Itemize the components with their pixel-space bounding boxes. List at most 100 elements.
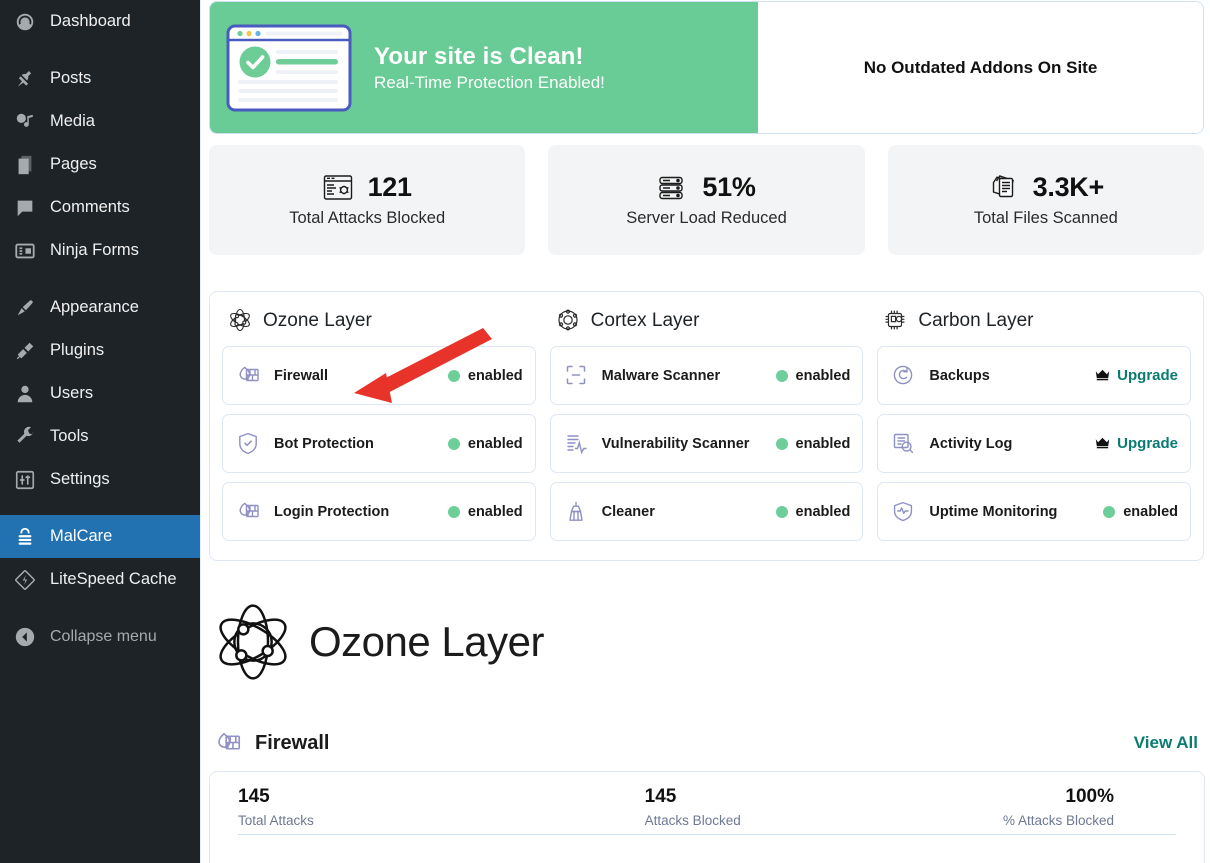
feature-row-vulnerability-scanner[interactable]: Vulnerability Scanner enabled: [550, 414, 864, 473]
feature-name: Firewall: [274, 368, 448, 384]
firewall-stats-row: 145 Total Attacks 145 Attacks Blocked 10…: [238, 786, 1176, 828]
status-label: enabled: [796, 504, 851, 520]
atom-icon: [213, 602, 293, 682]
lock-icon: [12, 524, 38, 550]
sliders-icon: [12, 467, 38, 493]
feature-name: Malware Scanner: [602, 368, 776, 384]
sidebar-item-label: Ninja Forms: [50, 241, 139, 260]
feature-row-bot-protection[interactable]: Bot Protection enabled: [222, 414, 536, 473]
pulse-list-icon: [565, 432, 591, 456]
upgrade-label: Upgrade: [1117, 435, 1178, 452]
status-dot: [1103, 506, 1115, 518]
upgrade-link[interactable]: Upgrade: [1095, 435, 1178, 452]
sidebar-item-label: MalCare: [50, 527, 112, 546]
upgrade-link[interactable]: Upgrade: [1095, 367, 1178, 384]
crown-icon: [1095, 369, 1110, 382]
firewall-section-header: Firewall View All: [209, 726, 1204, 760]
sidebar-item-litespeed-cache[interactable]: LiteSpeed Cache: [0, 558, 200, 601]
bug-window-icon: [323, 173, 357, 203]
comments-icon: [12, 195, 38, 221]
plug-icon: [12, 338, 38, 364]
sidebar-divider: [0, 272, 200, 286]
sidebar-item-users[interactable]: Users: [0, 372, 200, 415]
sidebar-divider: [0, 43, 200, 57]
firewall-stats-card: 145 Total Attacks 145 Attacks Blocked 10…: [209, 771, 1205, 863]
feature-row-cleaner[interactable]: Cleaner enabled: [550, 482, 864, 541]
sidebar-divider: [0, 601, 200, 615]
forms-icon: [12, 238, 38, 264]
files-icon: [988, 173, 1022, 203]
firewall-icon: [215, 730, 244, 756]
firewall-icon: [237, 364, 263, 388]
page-title: Ozone Layer: [309, 618, 544, 666]
backup-icon: [892, 364, 918, 388]
sidebar-item-label: Users: [50, 384, 93, 403]
upgrade-label: Upgrade: [1117, 367, 1178, 384]
feature-row-malware-scanner[interactable]: Malware Scanner enabled: [550, 346, 864, 405]
feature-name: Cleaner: [602, 504, 776, 520]
status-dot: [448, 370, 460, 382]
stat-label: Server Load Reduced: [626, 209, 787, 228]
stat-label: % Attacks Blocked: [879, 813, 1114, 828]
media-icon: [12, 109, 38, 135]
view-all-link[interactable]: View All: [1134, 733, 1198, 753]
status-dot: [776, 506, 788, 518]
atom-icon: [228, 308, 254, 334]
feature-name: Login Protection: [274, 504, 448, 520]
sidebar-item-comments[interactable]: Comments: [0, 186, 200, 229]
firewall-title: Firewall: [255, 732, 1134, 755]
brush-icon: [12, 295, 38, 321]
feature-name: Vulnerability Scanner: [602, 436, 776, 452]
stat-label: Total Files Scanned: [974, 209, 1118, 228]
main-content: Your site is Clean! Real-Time Protection…: [200, 0, 1210, 863]
feature-row-uptime-monitoring[interactable]: Uptime Monitoring enabled: [877, 482, 1191, 541]
stat-label: Total Attacks Blocked: [289, 209, 445, 228]
sidebar-item-tools[interactable]: Tools: [0, 415, 200, 458]
chip-icon: [883, 308, 909, 334]
status-label: enabled: [468, 504, 523, 520]
litespeed-icon: [12, 567, 38, 593]
sidebar-item-label: Plugins: [50, 341, 104, 360]
banner-subtitle: Real-Time Protection Enabled!: [374, 73, 605, 93]
sidebar-item-media[interactable]: Media: [0, 100, 200, 143]
layer-column-carbon: Carbon Layer Backups Upgrade: [877, 308, 1191, 560]
feature-row-activity-log[interactable]: Activity Log Upgrade: [877, 414, 1191, 473]
status-dot: [776, 370, 788, 382]
sidebar-item-settings[interactable]: Settings: [0, 458, 200, 501]
firewall-stat-attacks-blocked: 145 Attacks Blocked: [473, 786, 880, 828]
sidebar-item-appearance[interactable]: Appearance: [0, 286, 200, 329]
feature-status: enabled: [448, 436, 523, 452]
clean-site-illustration: [226, 24, 352, 112]
sidebar-item-ninja-forms[interactable]: Ninja Forms: [0, 229, 200, 272]
layer-header: Ozone Layer: [228, 308, 536, 334]
feature-row-firewall[interactable]: Firewall enabled: [222, 346, 536, 405]
collapse-left-icon: [12, 624, 38, 650]
status-label: enabled: [796, 436, 851, 452]
layer-title: Ozone Layer: [263, 310, 372, 332]
feature-status: enabled: [1103, 504, 1178, 520]
status-dot: [448, 438, 460, 450]
feature-row-backups[interactable]: Backups Upgrade: [877, 346, 1191, 405]
sidebar-item-dashboard[interactable]: Dashboard: [0, 0, 200, 43]
sidebar-item-pages[interactable]: Pages: [0, 143, 200, 186]
feature-status: enabled: [776, 368, 851, 384]
sidebar-item-label: Posts: [50, 69, 91, 88]
status-label: enabled: [468, 368, 523, 384]
feature-status: enabled: [776, 436, 851, 452]
sidebar-item-collapse-menu[interactable]: Collapse menu: [0, 615, 200, 658]
sidebar-item-malcare[interactable]: MalCare: [0, 515, 200, 558]
stat-card-total-files-scanned: 3.3K+ Total Files Scanned: [888, 145, 1204, 255]
activity-log-icon: [892, 432, 918, 456]
sidebar-item-label: Pages: [50, 155, 97, 174]
firewall-stats-divider: [238, 834, 1176, 835]
stat-label: Attacks Blocked: [645, 813, 880, 828]
feature-row-login-protection[interactable]: Login Protection enabled: [222, 482, 536, 541]
feature-status: enabled: [448, 368, 523, 384]
pin-icon: [12, 66, 38, 92]
stat-value: 3.3K+: [1033, 172, 1104, 203]
sidebar-item-posts[interactable]: Posts: [0, 57, 200, 100]
status-dot: [776, 438, 788, 450]
security-layers-panel: Ozone Layer Firewall enabled: [209, 291, 1204, 561]
sidebar-item-label: Dashboard: [50, 12, 131, 31]
sidebar-item-plugins[interactable]: Plugins: [0, 329, 200, 372]
